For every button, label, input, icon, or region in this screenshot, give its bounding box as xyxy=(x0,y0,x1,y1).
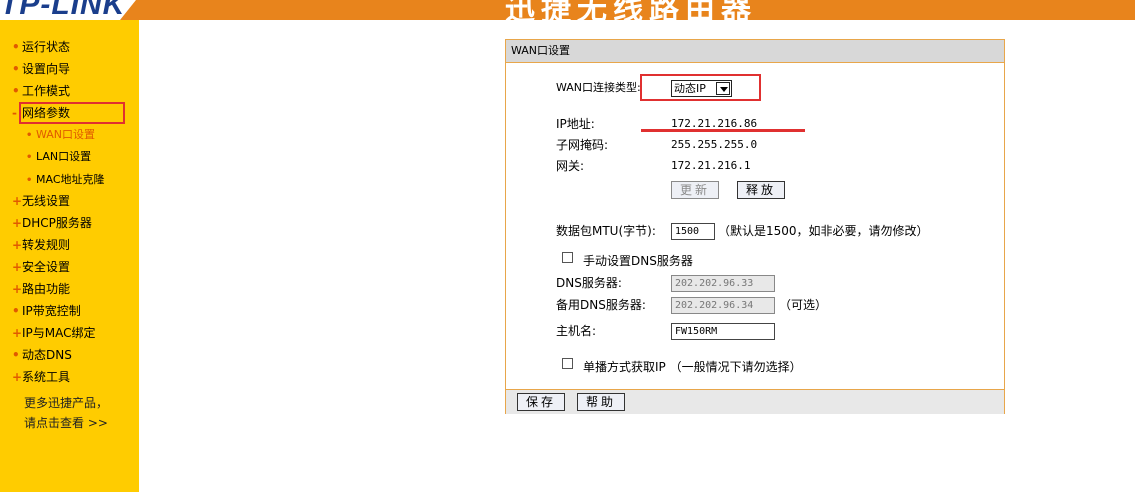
header-banner: 迅捷无线路由器 xyxy=(120,0,1135,20)
sidebar-item-lan[interactable]: • LAN口设置 xyxy=(26,148,91,166)
sidebar-item-label: MAC地址克隆 xyxy=(36,173,105,186)
expand-icon: + xyxy=(12,370,23,384)
expand-icon: + xyxy=(12,282,23,296)
annotation-box xyxy=(640,74,761,101)
bullet-icon: • xyxy=(26,175,33,186)
mtu-hint: （默认是1500，如非必要，请勿修改） xyxy=(718,224,929,238)
sidebar-item-label: IP与MAC绑定 xyxy=(22,326,96,340)
sidebar-item-dhcp[interactable]: +DHCP服务器 xyxy=(12,214,92,232)
hostname-label: 主机名: xyxy=(556,324,597,338)
bullet-icon: • xyxy=(12,84,20,98)
mtu-label: 数据包MTU(字节): xyxy=(556,224,656,238)
sidebar-item-security[interactable]: +安全设置 xyxy=(12,258,70,276)
bullet-icon: • xyxy=(26,152,33,163)
sidebar-item-label: 运行状态 xyxy=(22,40,71,54)
panel-title: WAN口设置 xyxy=(506,40,1004,62)
sidebar-item-label: 设置向导 xyxy=(22,62,71,76)
gateway-label: 网关: xyxy=(556,159,585,173)
help-button[interactable]: 帮助 xyxy=(577,393,625,411)
gateway-value: 172.21.216.1 xyxy=(671,159,751,172)
selected-item-highlight xyxy=(19,102,125,124)
sidebar-item-forwarding[interactable]: +转发规则 xyxy=(12,236,70,254)
expand-icon: + xyxy=(12,260,23,274)
mtu-input[interactable]: 1500 xyxy=(671,223,715,240)
sidebar-item-wan[interactable]: • WAN口设置 xyxy=(26,126,95,144)
sidebar-item-bandwidth[interactable]: • IP带宽控制 xyxy=(12,302,81,320)
sidebar-item-label: 动态DNS xyxy=(22,348,72,362)
sidebar-item-label: 系统工具 xyxy=(22,370,71,384)
bullet-icon: • xyxy=(12,40,20,54)
brand-logo: TP-LINK xyxy=(0,0,126,20)
bullet-icon: • xyxy=(12,304,20,318)
sidebar-item-label: DHCP服务器 xyxy=(22,216,92,230)
sidebar-item-ddns[interactable]: • 动态DNS xyxy=(12,346,72,364)
expand-icon: + xyxy=(12,194,23,208)
expand-icon: + xyxy=(12,326,23,340)
header-logo-area: TP-LINK xyxy=(0,0,135,20)
sidebar-item-label: IP带宽控制 xyxy=(22,304,81,318)
ip-label: IP地址: xyxy=(556,117,595,131)
bullet-icon: • xyxy=(12,348,20,362)
more-products-link[interactable]: 更多迅捷产品， 请点击查看 >> xyxy=(24,393,108,433)
bullet-icon: • xyxy=(26,130,33,141)
mask-label: 子网掩码: xyxy=(556,138,609,152)
more-products-line1: 更多迅捷产品， xyxy=(24,396,109,410)
manual-dns-label: 手动设置DNS服务器 xyxy=(583,254,693,268)
save-button[interactable]: 保存 xyxy=(517,393,565,411)
sidebar-item-label: 转发规则 xyxy=(22,238,71,252)
unicast-checkbox[interactable] xyxy=(562,358,573,369)
sidebar-item-label: 路由功能 xyxy=(22,282,71,296)
sidebar-item-ip-mac-binding[interactable]: +IP与MAC绑定 xyxy=(12,324,96,342)
sidebar-item-wireless[interactable]: +无线设置 xyxy=(12,192,70,210)
alt-dns-label: 备用DNS服务器: xyxy=(556,298,646,312)
sidebar-item-routing[interactable]: +路由功能 xyxy=(12,280,70,298)
more-products-line2: 请点击查看 >> xyxy=(24,416,108,430)
sidebar-item-work-mode[interactable]: • 工作模式 xyxy=(12,82,70,100)
annotation-underline xyxy=(641,129,805,132)
unicast-label: 单播方式获取IP （一般情况下请勿选择） xyxy=(583,360,802,374)
sidebar-item-status[interactable]: • 运行状态 xyxy=(12,38,70,56)
renew-button[interactable]: 更新 xyxy=(671,181,719,199)
hostname-input[interactable]: FW150RM xyxy=(671,323,775,340)
dns-label: DNS服务器: xyxy=(556,276,622,290)
sidebar-item-mac-clone[interactable]: • MAC地址克隆 xyxy=(26,171,105,189)
mask-value: 255.255.255.0 xyxy=(671,138,758,151)
conn-type-label: WAN口连接类型: xyxy=(556,81,641,94)
bullet-icon: • xyxy=(12,62,20,76)
alt-dns-input[interactable]: 202.202.96.34 xyxy=(671,297,775,314)
sidebar-item-label: LAN口设置 xyxy=(36,150,92,163)
sidebar-item-wizard[interactable]: • 设置向导 xyxy=(12,60,70,78)
page-title: 迅捷无线路由器 xyxy=(505,0,757,27)
sidebar-item-label: 安全设置 xyxy=(22,260,71,274)
alt-dns-hint: （可选） xyxy=(779,298,828,312)
manual-dns-checkbox[interactable] xyxy=(562,252,573,263)
release-button[interactable]: 释放 xyxy=(737,181,785,199)
expand-icon: + xyxy=(12,216,23,230)
expand-icon: + xyxy=(12,238,23,252)
sidebar-item-label: 无线设置 xyxy=(22,194,71,208)
dns-input[interactable]: 202.202.96.33 xyxy=(671,275,775,292)
sidebar-item-system-tools[interactable]: +系统工具 xyxy=(12,368,70,386)
sidebar-item-label: 工作模式 xyxy=(22,84,71,98)
sidebar-item-label: WAN口设置 xyxy=(36,128,96,141)
